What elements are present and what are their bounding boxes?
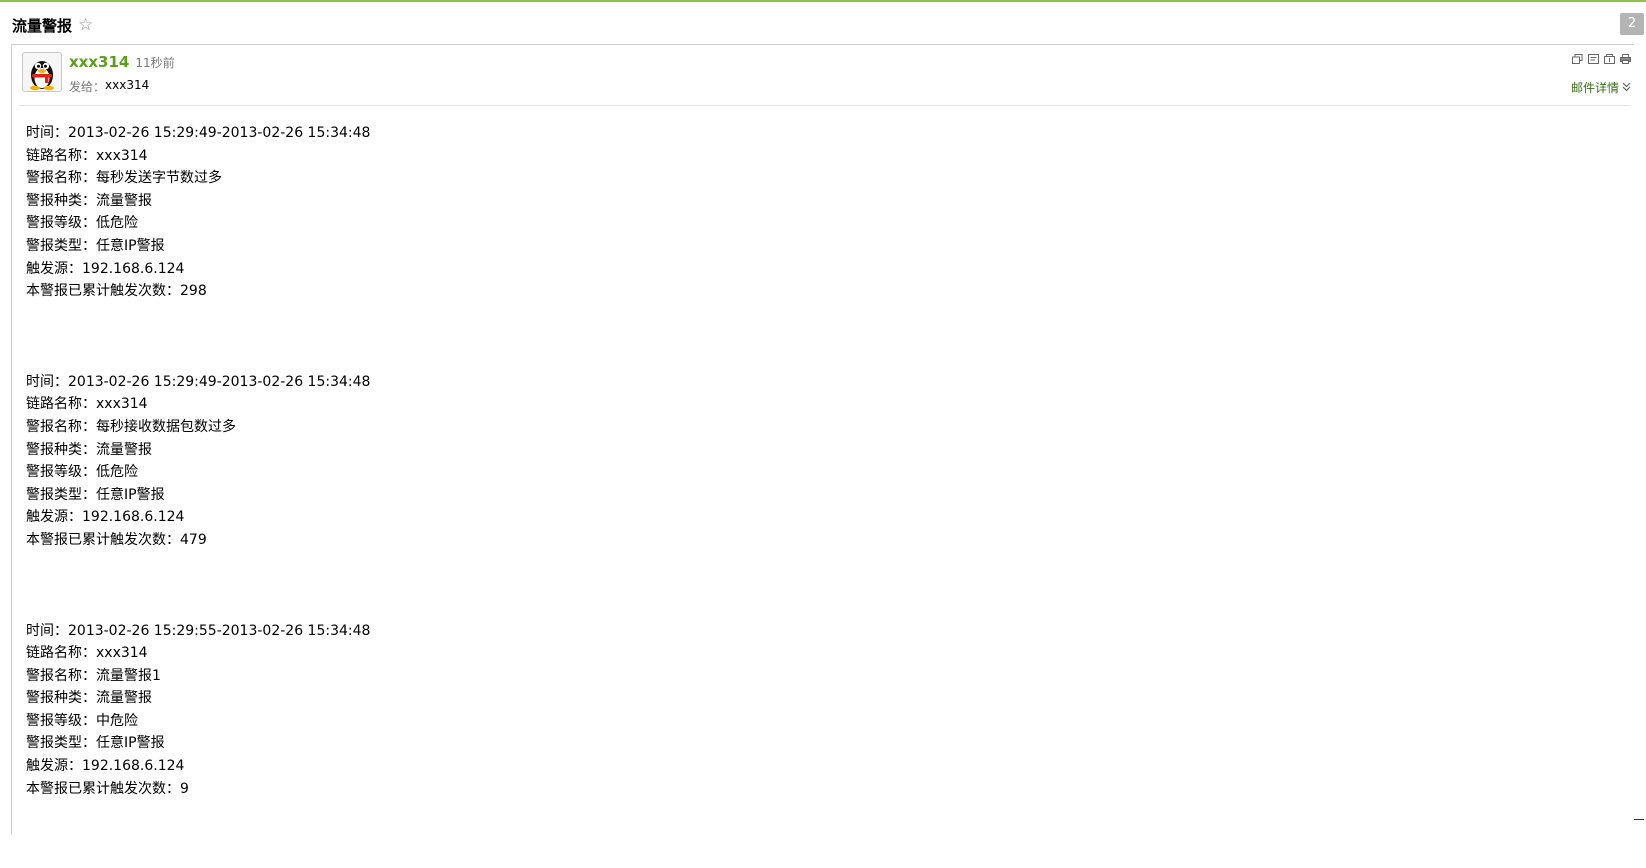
alert-time: 时间：2013-02-26 15:29:55-2013-02-26 15:34:… <box>26 620 370 643</box>
alert-time: 时间：2013-02-26 15:29:49-2013-02-26 15:34:… <box>26 122 370 145</box>
star-outline-icon[interactable]: ☆ <box>78 15 93 35</box>
mail-body: 时间：2013-02-26 15:29:49-2013-02-26 15:34:… <box>26 122 370 868</box>
mail-toolbar <box>1571 53 1631 64</box>
alert-source: 触发源：192.168.6.124 <box>26 258 370 281</box>
note-icon[interactable] <box>1587 53 1599 64</box>
alert-trigger-count: 本警报已累计触发次数：9 <box>26 778 370 801</box>
alert-kind: 警报种类：流量警报 <box>26 439 370 462</box>
alert-type: 警报类型：任意IP警报 <box>26 235 370 258</box>
archive-icon[interactable] <box>1603 53 1615 64</box>
recipient-label: 发给： <box>69 78 105 95</box>
recipient-value[interactable]: xxx314 <box>105 78 149 95</box>
mail-container: xxx314 11秒前 发给： xxx314 邮件详情 <box>11 44 1634 835</box>
mail-details-label: 邮件详情 <box>1571 79 1619 96</box>
alert-kind: 警报种类：流量警报 <box>26 190 370 213</box>
sender-name[interactable]: xxx314 <box>69 53 129 71</box>
alert-link-name: 链路名称：xxx314 <box>26 642 370 665</box>
mail-subject: 流量警报 <box>12 15 72 36</box>
sent-time: 11秒前 <box>135 54 174 71</box>
resize-handle[interactable] <box>1634 819 1644 820</box>
recipient-line: 发给： xxx314 <box>69 78 149 95</box>
mail-header: 流量警报 ☆ <box>12 12 93 38</box>
alert-name: 警报名称：流量警报1 <box>26 665 370 688</box>
alert-trigger-count: 本警报已累计触发次数：298 <box>26 280 370 303</box>
alert-block: 时间：2013-02-26 15:29:55-2013-02-26 15:34:… <box>26 620 370 801</box>
alert-level: 警报等级：低危险 <box>26 461 370 484</box>
print-icon[interactable] <box>1619 53 1631 64</box>
mail-meta: xxx314 11秒前 发给： xxx314 邮件详情 <box>19 45 1631 106</box>
new-window-icon[interactable] <box>1571 53 1583 64</box>
alert-time: 时间：2013-02-26 15:29:49-2013-02-26 15:34:… <box>26 371 370 394</box>
alert-name: 警报名称：每秒接收数据包数过多 <box>26 416 370 439</box>
sender-line: xxx314 11秒前 <box>69 53 175 71</box>
penguin-avatar-icon[interactable] <box>22 52 62 92</box>
alert-source: 触发源：192.168.6.124 <box>26 506 370 529</box>
mail-details-link[interactable]: 邮件详情 <box>1571 79 1631 96</box>
alert-link-name: 链路名称：xxx314 <box>26 145 370 168</box>
alert-level: 警报等级：中危险 <box>26 710 370 733</box>
alert-type: 警报类型：任意IP警报 <box>26 484 370 507</box>
alert-level: 警报等级：低危险 <box>26 212 370 235</box>
alert-block: 时间：2013-02-26 15:29:49-2013-02-26 15:34:… <box>26 122 370 303</box>
count-badge[interactable]: 2 <box>1620 13 1644 35</box>
alert-type: 警报类型：任意IP警报 <box>26 732 370 755</box>
alert-source: 触发源：192.168.6.124 <box>26 755 370 778</box>
alert-block: 时间：2013-02-26 15:29:49-2013-02-26 15:34:… <box>26 371 370 552</box>
alert-trigger-count: 本警报已累计触发次数：479 <box>26 529 370 552</box>
alert-link-name: 链路名称：xxx314 <box>26 393 370 416</box>
top-accent-line <box>0 0 1646 2</box>
alert-name: 警报名称：每秒发送字节数过多 <box>26 167 370 190</box>
double-chevron-down-icon <box>1622 81 1631 95</box>
alert-kind: 警报种类：流量警报 <box>26 687 370 710</box>
